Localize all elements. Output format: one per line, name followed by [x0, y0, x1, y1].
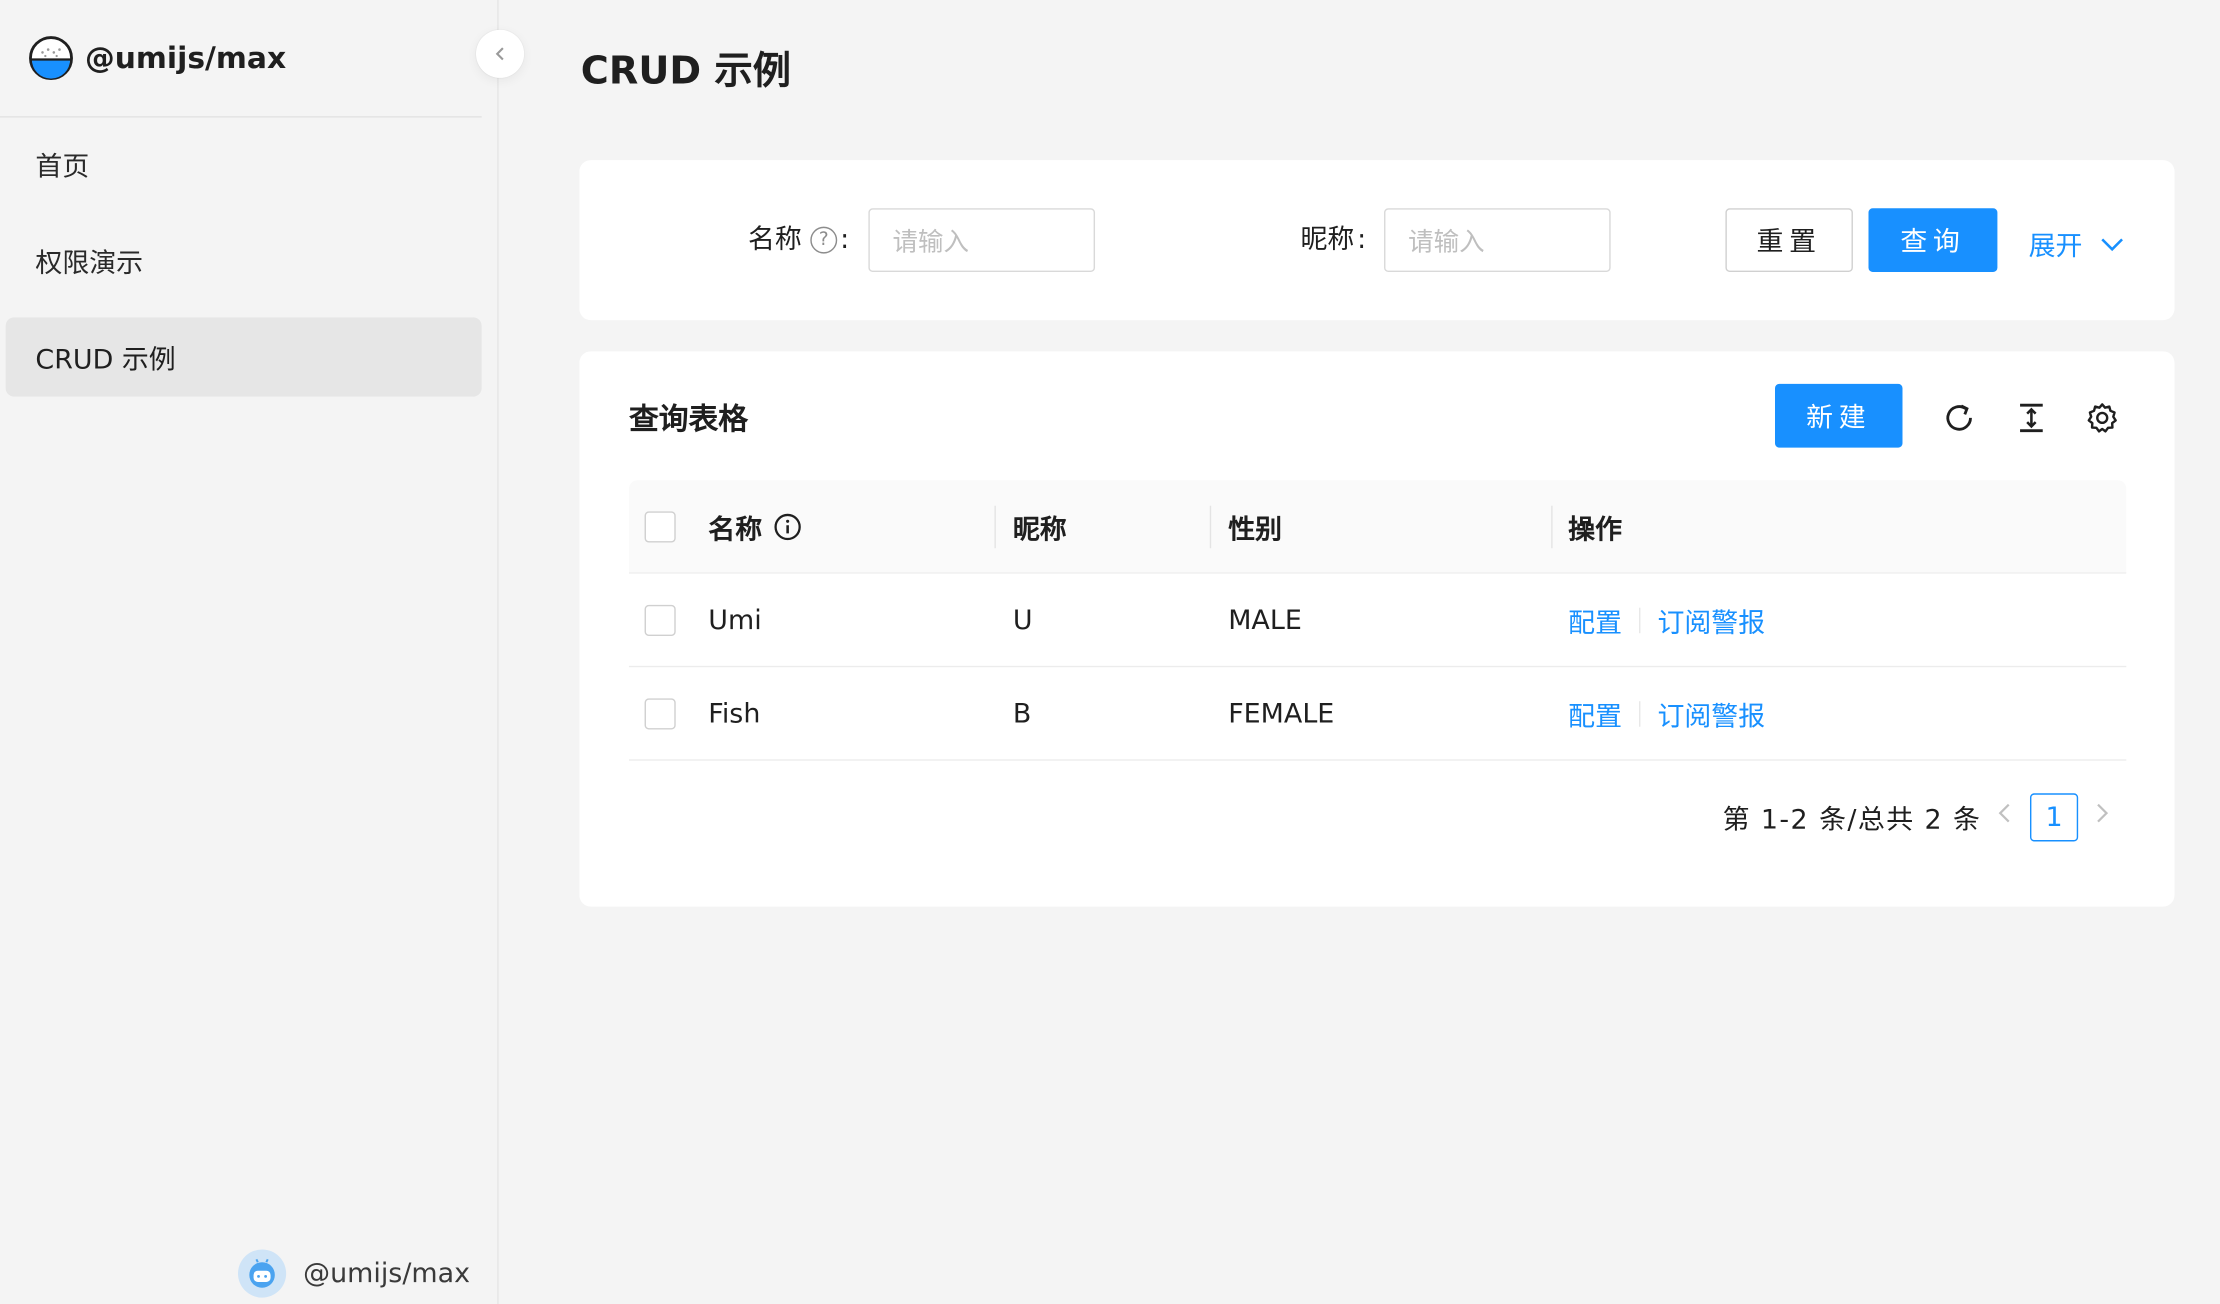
avatar [237, 1249, 287, 1298]
query-table-card: 查询表格 新建 名称 昵称 性别 操作 Umi U MALE 配置 订阅警报 F… [579, 351, 2175, 907]
logo-row[interactable]: @umijs/max [0, 0, 482, 118]
reset-button[interactable]: 重置 [1725, 208, 1853, 272]
collapse-sidebar-button[interactable] [475, 29, 525, 78]
cell-nickname: U [1012, 604, 1033, 637]
page-item-1[interactable]: 1 [2029, 793, 2079, 842]
sidebar-item-label: CRUD 示例 [35, 343, 176, 375]
row-checkbox[interactable] [644, 604, 676, 637]
table-row: Fish B FEMALE 配置 订阅警报 [628, 667, 2127, 761]
sidebar-item-label: 权限演示 [35, 247, 144, 279]
new-button[interactable]: 新建 [1774, 383, 1903, 448]
subscribe-alert-link[interactable]: 订阅警报 [1657, 695, 1765, 733]
row-checkbox[interactable] [644, 698, 676, 730]
umi-logo-icon [29, 36, 73, 81]
column-divider [1551, 505, 1553, 549]
chevron-left-icon [1998, 803, 2010, 823]
nickname-input[interactable]: 请输入 [1384, 208, 1611, 272]
column-height-icon[interactable] [2013, 399, 2050, 436]
user-name: @umijs/max [303, 1257, 471, 1290]
question-icon[interactable]: ? [810, 225, 838, 253]
cell-gender: MALE [1228, 604, 1302, 637]
search-form: 名称 ? : 请输入 昵称 : 请输入 重置 查询 展开 [579, 160, 2175, 321]
query-button[interactable]: 查询 [1868, 208, 1998, 272]
cell-gender: FEMALE [1228, 698, 1335, 730]
config-link[interactable]: 配置 [1568, 601, 1622, 639]
column-header-actions: 操作 [1568, 513, 1623, 545]
column-header-nickname: 昵称 [1012, 513, 1067, 545]
user-avatar-icon [249, 1258, 275, 1288]
table-row: Umi U MALE 配置 订阅警报 [628, 574, 2127, 668]
table-header: 名称 昵称 性别 操作 [628, 480, 2127, 574]
app-title: @umijs/max [84, 41, 287, 76]
info-icon[interactable] [773, 513, 801, 541]
chevron-down-icon [2101, 237, 2123, 251]
chevron-left-icon [495, 47, 504, 61]
pagination-total: 第 1-2 条/总共 2 条 [1722, 804, 1982, 836]
sidebar: @umijs/max 首页 权限演示 CRUD 示例 @umijs/max [0, 0, 499, 1304]
name-input[interactable]: 请输入 [868, 208, 1096, 272]
table-title: 查询表格 [628, 402, 748, 437]
cell-name: Umi [708, 604, 762, 637]
reload-icon[interactable] [1941, 399, 1978, 436]
column-header-name: 名称 [708, 480, 802, 573]
action-divider [1639, 607, 1641, 634]
sidebar-item-access[interactable]: 权限演示 [6, 221, 482, 300]
page-title: CRUD 示例 [580, 49, 791, 94]
sidebar-item-label: 首页 [35, 150, 90, 183]
expand-link[interactable]: 展开 [2029, 225, 2125, 263]
prev-page-button[interactable] [1996, 802, 2013, 832]
cell-name: Fish [708, 698, 761, 730]
user-profile[interactable]: @umijs/max [237, 1248, 471, 1299]
select-all-checkbox[interactable] [644, 511, 676, 543]
cell-actions: 配置 订阅警报 [1568, 667, 1765, 760]
sidebar-item-home[interactable]: 首页 [6, 125, 482, 204]
column-header-gender: 性别 [1228, 513, 1283, 545]
sidebar-item-crud[interactable]: CRUD 示例 [5, 317, 482, 397]
cell-actions: 配置 订阅警报 [1568, 574, 1765, 667]
chevron-right-icon [2097, 803, 2109, 823]
action-divider [1639, 701, 1641, 727]
cell-nickname: B [1012, 698, 1032, 730]
next-page-button[interactable] [2094, 802, 2111, 832]
subscribe-alert-link[interactable]: 订阅警报 [1657, 601, 1765, 639]
column-divider [994, 505, 996, 549]
config-link[interactable]: 配置 [1568, 695, 1622, 733]
setting-icon[interactable] [2084, 399, 2121, 436]
column-divider [1209, 505, 1212, 549]
sidebar-menu: 首页 权限演示 CRUD 示例 [5, 125, 482, 414]
data-table: 名称 昵称 性别 操作 Umi U MALE 配置 订阅警报 Fish B FE… [628, 480, 2127, 761]
